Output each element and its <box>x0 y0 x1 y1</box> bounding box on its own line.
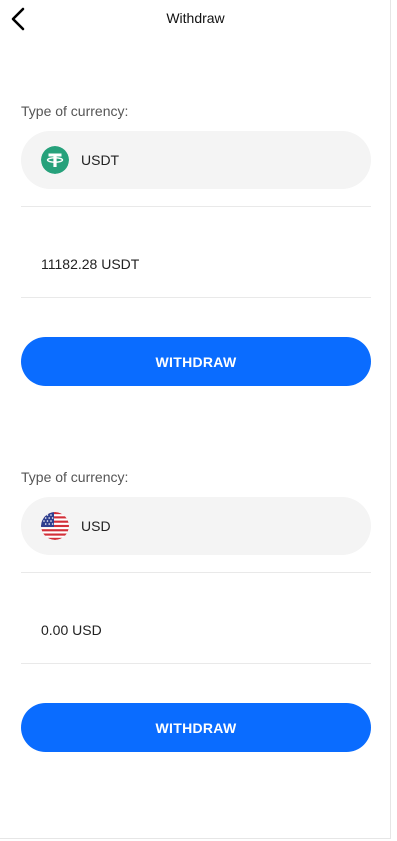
currency-type-label: Type of currency: <box>21 103 129 119</box>
page-title: Withdraw <box>166 10 225 26</box>
withdraw-button[interactable]: WITHDRAW <box>21 337 371 386</box>
header: Withdraw <box>0 0 391 38</box>
divider <box>21 206 371 207</box>
balance-amount: 0.00 USD <box>41 622 102 638</box>
currency-name: USD <box>81 518 111 534</box>
balance-amount: 11182.28 USDT <box>41 256 140 272</box>
currency-selector-usdt[interactable]: USDT <box>21 131 371 189</box>
currency-name: USDT <box>81 152 120 168</box>
withdraw-button[interactable]: WITHDRAW <box>21 703 371 752</box>
divider <box>21 663 371 664</box>
tether-icon <box>41 146 69 174</box>
currency-type-label: Type of currency: <box>21 469 129 485</box>
withdraw-page: Withdraw Type of currency: USDT 11182.28… <box>0 0 391 839</box>
divider <box>21 297 371 298</box>
divider <box>21 572 371 573</box>
currency-selector-usd[interactable]: USD <box>21 497 371 555</box>
us-flag-icon <box>41 512 69 540</box>
